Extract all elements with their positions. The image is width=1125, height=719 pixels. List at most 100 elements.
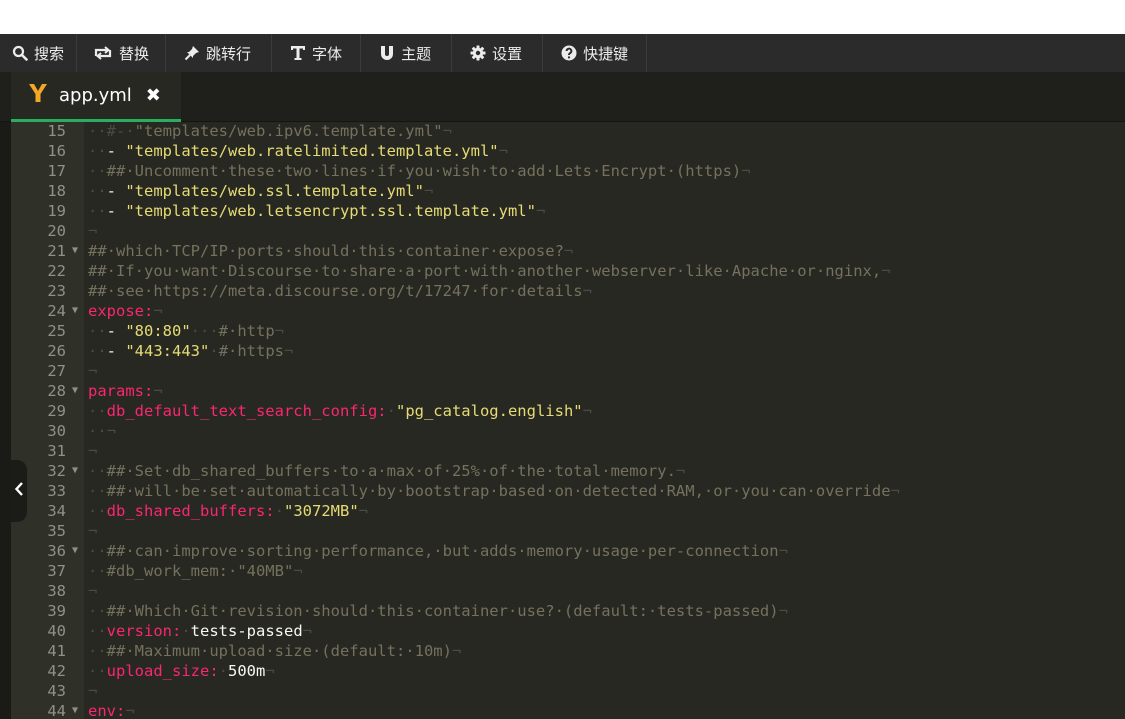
code-token: ¬ bbox=[675, 462, 686, 480]
code-token: ¬ bbox=[890, 482, 900, 500]
line-number: 22 bbox=[47, 262, 66, 280]
code-line: 37 ··#db_work_mem:·"40MB"¬ bbox=[11, 561, 1125, 581]
code-token: · bbox=[181, 622, 191, 640]
line-code: ¬ bbox=[88, 581, 97, 601]
code-token: ##·Set·db_shared_buffers·to·a·max·of·25%… bbox=[106, 462, 676, 480]
code-token: ·· bbox=[88, 502, 107, 520]
line-code: ¬ bbox=[88, 221, 97, 241]
code-token: "pg_catalog.english" bbox=[395, 402, 583, 420]
fold-arrow-icon[interactable]: ▼ bbox=[69, 301, 81, 321]
fold-arrow-icon[interactable]: ▼ bbox=[69, 701, 81, 719]
code-token: ¬ bbox=[88, 222, 98, 240]
line-code: ##·see·https://meta.discourse.org/t/1724… bbox=[88, 281, 592, 301]
replace-button-label: 替换 bbox=[119, 44, 150, 63]
code-token: ··#-· bbox=[88, 122, 135, 140]
code-token: ·· bbox=[88, 342, 107, 360]
code-token: ¬ bbox=[423, 182, 434, 200]
line-number: 39 bbox=[47, 602, 66, 620]
shortcuts-button[interactable]: 快捷键 bbox=[543, 34, 648, 72]
editor-toolbar: 搜索 替换 跳转行 字体 主题 设置 快捷键 bbox=[0, 34, 1125, 72]
code-line: 19 ··- "templates/web.letsencrypt.ssl.tem… bbox=[11, 201, 1125, 221]
line-code: ··##·Uncomment·these·two·lines·if·you·wi… bbox=[88, 161, 751, 181]
code-token: ·· bbox=[88, 142, 107, 160]
line-number: 26 bbox=[47, 342, 66, 360]
code-line: 44 ▼ env:¬ bbox=[11, 701, 1125, 719]
code-token: ·· bbox=[88, 402, 107, 420]
line-code: ··##·can·improve·sorting·performance,·bu… bbox=[88, 541, 788, 561]
fold-arrow-icon[interactable]: ▼ bbox=[69, 461, 81, 481]
line-number: 41 bbox=[47, 642, 66, 660]
code-line: 26 ··- "443:443"·#·https¬ bbox=[11, 341, 1125, 361]
line-code: ¬ bbox=[88, 521, 97, 541]
code-token: ##·which·TCP/IP·ports·should·this·contai… bbox=[88, 242, 564, 260]
code-line: 17 ··##·Uncomment·these·two·lines·if·you·… bbox=[11, 161, 1125, 181]
text-icon bbox=[290, 45, 306, 61]
line-number: 31 bbox=[47, 442, 66, 460]
search-button[interactable]: 搜索 bbox=[0, 34, 78, 72]
code-token: #db_work_mem:·"40MB" bbox=[106, 562, 294, 580]
line-number: 35 bbox=[47, 522, 66, 540]
replace-button[interactable]: 替换 bbox=[77, 34, 167, 72]
code-token: ¬ bbox=[498, 142, 508, 160]
line-number: 40 bbox=[47, 622, 66, 640]
code-token: ¬ bbox=[125, 702, 135, 719]
fold-arrow-icon[interactable]: ▼ bbox=[69, 241, 81, 261]
line-code: ··db_default_text_search_config:·"pg_cat… bbox=[88, 401, 592, 421]
fold-arrow-icon[interactable]: ▼ bbox=[69, 541, 81, 561]
code-token: ##·can·improve·sorting·performance,·but·… bbox=[106, 542, 779, 560]
code-token: ··¬ bbox=[88, 422, 116, 440]
close-icon[interactable]: ✖ bbox=[146, 85, 161, 106]
goto-line-button-label: 跳转行 bbox=[206, 44, 252, 63]
code-line: 21 ▼ ##·which·TCP/IP·ports·should·this·con… bbox=[11, 241, 1125, 261]
collapse-sidebar-button[interactable] bbox=[10, 460, 27, 522]
file-tab-app-yml[interactable]: app.yml ✖ bbox=[11, 72, 181, 122]
line-number: 28 bbox=[47, 382, 66, 400]
code-line: 40 ··version:·tests-passed¬ bbox=[11, 621, 1125, 641]
code-line: 28 ▼ params:¬ bbox=[11, 381, 1125, 401]
code-token: ¬ bbox=[153, 382, 163, 400]
line-code: ##·which·TCP/IP·ports·should·this·contai… bbox=[88, 241, 573, 261]
line-code: ··upload_size:·500m¬ bbox=[88, 661, 275, 681]
code-token: ¬ bbox=[88, 362, 98, 380]
line-code: ··- "templates/web.letsencrypt.ssl.templ… bbox=[88, 201, 545, 221]
line-number: 15 bbox=[47, 122, 66, 140]
fold-arrow-icon[interactable]: ▼ bbox=[69, 381, 81, 401]
line-code: ··- "80:80"···#·http¬ bbox=[88, 321, 284, 341]
goto-line-button[interactable]: 跳转行 bbox=[166, 34, 273, 72]
code-token: ¬ bbox=[582, 402, 592, 420]
line-number: 23 bbox=[47, 282, 66, 300]
code-token: ¬ bbox=[535, 202, 546, 220]
line-number: 24 bbox=[47, 302, 66, 320]
code-line: 24 ▼ expose:¬ bbox=[11, 301, 1125, 321]
code-token: - bbox=[106, 322, 126, 340]
line-code: ··##·Set·db_shared_buffers·to·a·max·of·2… bbox=[88, 461, 685, 481]
code-token: env: bbox=[88, 702, 126, 719]
code-line: 41 ··##·Maximum·upload·size·(default:·10m… bbox=[11, 641, 1125, 661]
font-button-label: 字体 bbox=[312, 44, 343, 63]
code-token: 500m bbox=[228, 662, 266, 680]
gear-icon bbox=[470, 45, 486, 61]
code-line: 16 ··- "templates/web.ratelimited.templat… bbox=[11, 141, 1125, 161]
code-token: ¬ bbox=[88, 522, 98, 540]
code-token: ##·will·be·set·automatically·by·bootstra… bbox=[106, 482, 891, 500]
line-code: params:¬ bbox=[88, 381, 163, 401]
font-button[interactable]: 字体 bbox=[272, 34, 362, 72]
search-icon bbox=[12, 45, 28, 61]
code-token: ·· bbox=[88, 562, 107, 580]
settings-button[interactable]: 设置 bbox=[452, 34, 544, 72]
code-editor[interactable]: 15 ··#-·"templates/web.ipv6.template.yml"… bbox=[11, 122, 1125, 719]
line-code: ··##·will·be·set·automatically·by·bootst… bbox=[88, 481, 900, 501]
code-token: "80:80" bbox=[125, 322, 191, 340]
code-token: #·http bbox=[218, 322, 275, 340]
code-token: db_shared_buffers: bbox=[106, 502, 275, 520]
line-number: 27 bbox=[47, 362, 66, 380]
title-bar-blank bbox=[0, 0, 1125, 34]
code-token: ·· bbox=[88, 542, 107, 560]
theme-button[interactable]: 主题 bbox=[361, 34, 453, 72]
code-token: db_default_text_search_config: bbox=[106, 402, 387, 420]
code-line: 34 ··db_shared_buffers:·"3072MB"¬ bbox=[11, 501, 1125, 521]
code-token: tests-passed bbox=[190, 622, 303, 640]
shortcuts-button-label: 快捷键 bbox=[583, 44, 629, 63]
code-token: ¬ bbox=[563, 242, 574, 260]
file-tab-bar: app.yml ✖ bbox=[0, 72, 1125, 122]
